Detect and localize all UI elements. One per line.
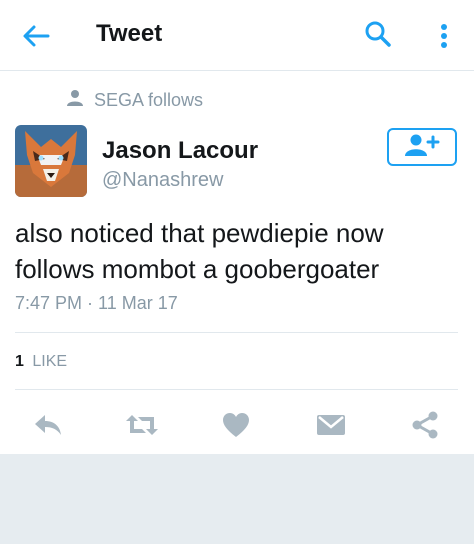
divider <box>15 332 458 333</box>
reply-icon[interactable] <box>28 405 68 445</box>
tweet-text: also noticed that pewdiepie now follows … <box>15 218 384 284</box>
social-context-text: SEGA follows <box>94 89 204 110</box>
likes-number: 1 <box>15 353 24 370</box>
tweet-timestamp: 7:47 PM · 11 Mar 17 <box>15 293 178 313</box>
envelope-icon[interactable] <box>311 405 351 445</box>
search-icon[interactable] <box>362 18 394 50</box>
follow-button[interactable] <box>387 128 457 166</box>
retweet-icon[interactable] <box>122 405 162 445</box>
share-icon[interactable] <box>405 405 445 445</box>
background-area <box>0 455 474 544</box>
likes-label: LIKE <box>32 353 68 370</box>
divider <box>15 389 458 390</box>
action-bar <box>0 405 474 445</box>
author-name[interactable]: Jason Lacour <box>102 137 258 165</box>
likes-count[interactable]: 1 LIKE <box>15 353 67 371</box>
heart-icon[interactable] <box>216 405 256 445</box>
author-handle[interactable]: @Nanashrew <box>102 169 223 192</box>
person-icon <box>66 89 84 112</box>
back-arrow-icon[interactable] <box>20 20 52 52</box>
tweet-card: SEGA follows Jason Lacour @Nanashrew als… <box>0 71 474 454</box>
social-context[interactable]: SEGA follows <box>66 89 203 111</box>
more-vertical-icon[interactable] <box>432 20 456 52</box>
top-bar: Tweet <box>0 0 474 71</box>
add-user-icon <box>404 133 440 162</box>
page-title: Tweet <box>96 20 163 47</box>
avatar[interactable] <box>15 125 87 197</box>
